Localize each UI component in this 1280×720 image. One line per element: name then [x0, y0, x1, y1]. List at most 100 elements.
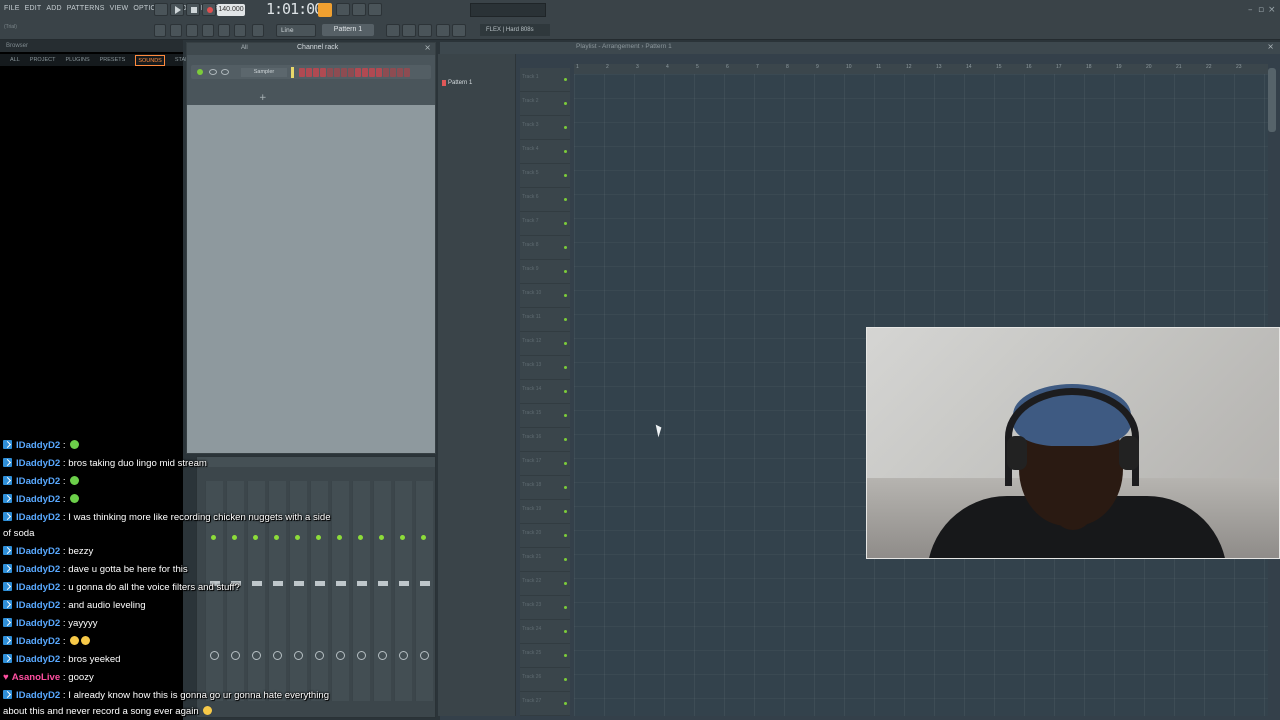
chat-username[interactable]: AsanoLive [12, 672, 61, 683]
track-header[interactable]: Track 3 [520, 116, 570, 140]
track-mute-led[interactable] [564, 150, 567, 153]
track-header[interactable]: Track 5 [520, 164, 570, 188]
channel-rack-titlebar[interactable]: Channel rack All × [187, 43, 435, 55]
track-mute-led[interactable] [564, 222, 567, 225]
shift-button[interactable] [386, 24, 400, 37]
metronome-icon[interactable] [318, 3, 332, 17]
snap-icon[interactable] [154, 24, 166, 37]
snap-select[interactable]: Line [276, 24, 316, 37]
close-icon[interactable]: × [1268, 5, 1276, 15]
step-button[interactable] [404, 68, 410, 77]
step-button[interactable] [341, 68, 347, 77]
track-header[interactable]: Track 16 [520, 428, 570, 452]
channel-select-bar[interactable] [291, 67, 294, 78]
track-mute-led[interactable] [564, 126, 567, 129]
track-mute-led[interactable] [564, 534, 567, 537]
mixer-route-knob[interactable] [420, 651, 429, 660]
play-button[interactable] [170, 3, 184, 16]
track-header[interactable]: Track 26 [520, 668, 570, 692]
step-button[interactable] [376, 68, 382, 77]
track-header[interactable]: Track 17 [520, 452, 570, 476]
timeline-ruler[interactable]: 1 2 3 4 5 6 7 8 9 10 11 12 13 14 15 16 17 18 19 20 21 22 23 [574, 64, 1268, 74]
step-button[interactable] [369, 68, 375, 77]
menu-item-file[interactable]: FILE [4, 5, 20, 12]
track-mute-led[interactable] [564, 78, 567, 81]
chat-username[interactable]: IDaddyD2 [16, 600, 60, 611]
step-button[interactable] [334, 68, 340, 77]
channel-name-button[interactable]: Sampler [241, 68, 287, 77]
chat-username[interactable]: IDaddyD2 [16, 546, 60, 557]
chat-username[interactable]: IDaddyD2 [16, 618, 60, 629]
track-mute-led[interactable] [564, 414, 567, 417]
track-mute-led[interactable] [564, 510, 567, 513]
plugin-icon[interactable] [252, 24, 264, 37]
step-button[interactable] [348, 68, 354, 77]
step-sequencer[interactable] [299, 68, 410, 77]
step-button[interactable] [383, 68, 389, 77]
browser-tab-all[interactable]: ALL [10, 54, 20, 66]
track-header[interactable]: Track 4 [520, 140, 570, 164]
minimize-icon[interactable]: – [1248, 5, 1253, 15]
maximize-icon[interactable]: ▫ [1258, 5, 1264, 15]
browser-tab-project[interactable]: PROJECT [30, 54, 56, 66]
channel-mute-led[interactable] [197, 69, 203, 75]
track-mute-led[interactable] [564, 318, 567, 321]
pattern-selector[interactable]: Pattern 1 [322, 24, 374, 36]
chat-username[interactable]: IDaddyD2 [16, 636, 60, 647]
track-mute-led[interactable] [564, 462, 567, 465]
alt-button[interactable] [418, 24, 432, 37]
chat-username[interactable]: IDaddyD2 [16, 494, 60, 505]
browser-icon[interactable] [234, 24, 246, 37]
channel-pan-knob[interactable] [209, 69, 217, 75]
track-header[interactable]: Track 25 [520, 644, 570, 668]
step-button[interactable] [299, 68, 305, 77]
news-icon[interactable] [452, 24, 466, 37]
track-mute-led[interactable] [564, 486, 567, 489]
track-header[interactable]: Track 13 [520, 356, 570, 380]
pat-song-toggle[interactable] [154, 3, 168, 16]
chat-username[interactable]: IDaddyD2 [16, 512, 60, 523]
online-icon[interactable] [436, 24, 450, 37]
track-header[interactable]: Track 1 [520, 68, 570, 92]
add-channel-icon[interactable]: + [259, 93, 267, 103]
channel-rack-icon[interactable] [202, 24, 214, 37]
stop-button[interactable] [186, 3, 200, 16]
chat-username[interactable]: IDaddyD2 [16, 440, 60, 451]
track-mute-led[interactable] [564, 366, 567, 369]
track-mute-led[interactable] [564, 198, 567, 201]
tempo-display[interactable]: 140.000 [217, 4, 245, 16]
track-header[interactable]: Track 11 [520, 308, 570, 332]
browser-tab-sounds[interactable]: SOUNDS [135, 55, 165, 66]
close-icon[interactable]: × [1267, 42, 1274, 51]
channel-row[interactable]: Sampler [191, 65, 431, 79]
track-header[interactable]: Track 2 [520, 92, 570, 116]
track-header[interactable]: Track 12 [520, 332, 570, 356]
mixer-fader[interactable] [420, 581, 430, 586]
chat-username[interactable]: IDaddyD2 [16, 582, 60, 593]
record-button[interactable] [202, 3, 216, 16]
close-icon[interactable]: × [424, 43, 431, 52]
loop-record-button[interactable] [352, 3, 366, 16]
track-mute-led[interactable] [564, 390, 567, 393]
track-mute-led[interactable] [564, 294, 567, 297]
track-header[interactable]: Track 22 [520, 572, 570, 596]
chat-username[interactable]: IDaddyD2 [16, 654, 60, 665]
flex-preset-display[interactable]: FLEX | Hard 808s [480, 24, 550, 36]
track-mute-led[interactable] [564, 558, 567, 561]
mixer-icon[interactable] [186, 24, 198, 37]
track-header[interactable]: Track 20 [520, 524, 570, 548]
track-header[interactable]: Track 7 [520, 212, 570, 236]
count-in-button[interactable] [336, 3, 350, 16]
track-header[interactable]: Track 15 [520, 404, 570, 428]
track-header[interactable]: Track 18 [520, 476, 570, 500]
step-button[interactable] [320, 68, 326, 77]
track-mute-led[interactable] [564, 702, 567, 705]
track-mute-led[interactable] [564, 438, 567, 441]
menu-item-patterns[interactable]: PATTERNS [67, 5, 105, 12]
chat-username[interactable]: IDaddyD2 [16, 476, 60, 487]
track-mute-led[interactable] [564, 174, 567, 177]
browser-tab-presets[interactable]: PRESETS [100, 54, 126, 66]
track-mute-led[interactable] [564, 630, 567, 633]
track-mute-led[interactable] [564, 270, 567, 273]
step-button[interactable] [313, 68, 319, 77]
